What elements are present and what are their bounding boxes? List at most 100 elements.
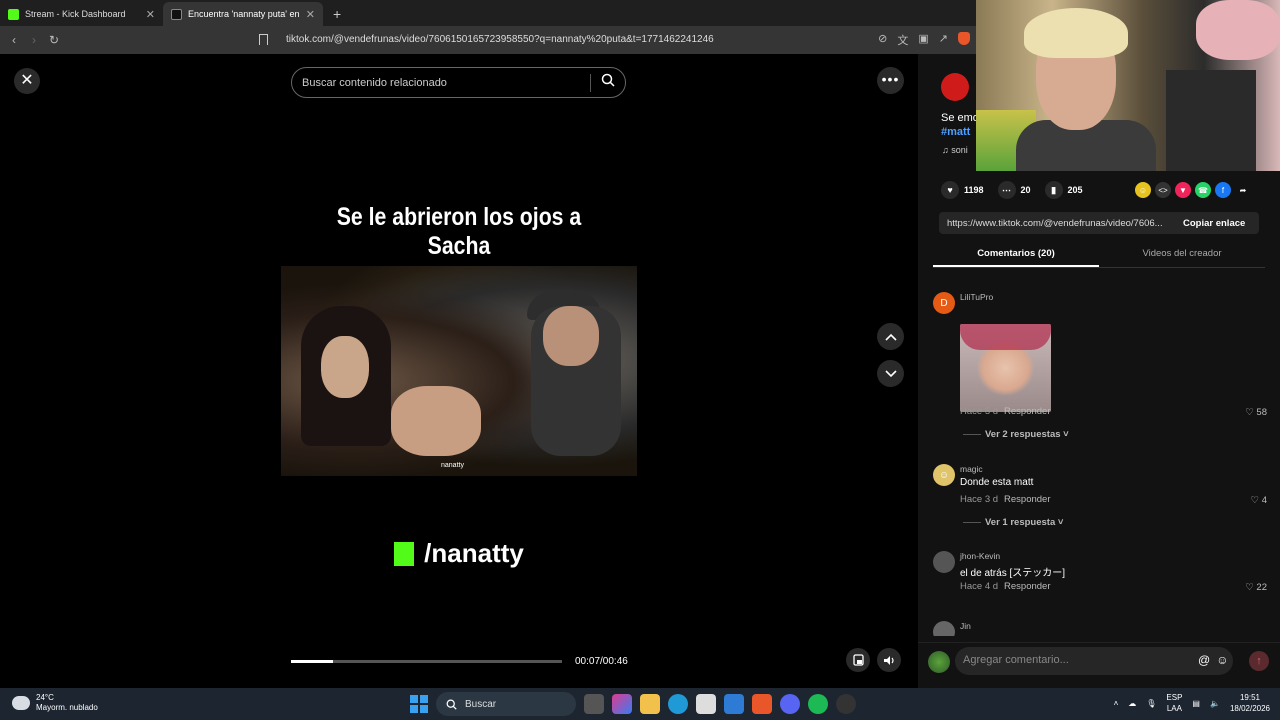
facebook-icon[interactable]: f xyxy=(1215,182,1231,198)
comment-like[interactable]: ♡ 4 xyxy=(1251,495,1267,506)
edge-icon[interactable] xyxy=(668,694,688,714)
search-icon[interactable] xyxy=(591,73,625,92)
language-indicator[interactable]: ESP LAA xyxy=(1166,692,1182,714)
avatar[interactable]: D xyxy=(933,292,955,314)
copy-link-button[interactable]: Copiar enlace xyxy=(1173,218,1245,229)
copilot-icon[interactable] xyxy=(612,694,632,714)
avatar[interactable] xyxy=(933,621,955,636)
back-arrow-icon[interactable]: ‹ xyxy=(4,33,24,47)
tab-close-icon[interactable]: ✕ xyxy=(306,8,315,21)
start-button-icon[interactable] xyxy=(410,695,428,713)
video-progress-bar[interactable] xyxy=(291,660,562,663)
picture-in-picture-icon[interactable]: ▣ xyxy=(918,32,928,48)
microphone-icon[interactable]: 🎙 xyxy=(1146,699,1156,708)
avatar[interactable] xyxy=(933,551,955,573)
post-description: Se emo xyxy=(941,112,979,124)
reply-button[interactable]: Responder xyxy=(1004,494,1050,505)
view-replies-label: Ver 1 respuesta xyxy=(985,517,1056,528)
comment-like-count: 22 xyxy=(1256,582,1267,593)
forward-arrow-icon[interactable]: › xyxy=(24,33,44,47)
share-arrow-icon[interactable]: ➦ xyxy=(1235,182,1251,198)
windows-taskbar: 24°C Mayorm. nublado Buscar ˄ ☁ 🎙 ESP LAA… xyxy=(0,688,1280,720)
discord-icon[interactable] xyxy=(780,694,800,714)
weather-widget[interactable]: 24°C Mayorm. nublado xyxy=(12,693,98,713)
obs-icon[interactable] xyxy=(836,694,856,714)
music-note-icon: ♫ xyxy=(942,145,952,155)
comment-user[interactable]: Jin xyxy=(960,621,971,631)
comment-age: Hace 4 d xyxy=(960,581,999,592)
mention-icon[interactable]: @ xyxy=(1198,653,1210,667)
speaker-icon[interactable]: 🔈 xyxy=(1210,699,1220,708)
floating-player-button[interactable] xyxy=(846,648,870,672)
related-search-input[interactable]: Buscar contenido relacionado xyxy=(291,67,626,98)
whatsapp-icon[interactable]: ☎ xyxy=(1195,182,1211,198)
embed-icon[interactable]: <> xyxy=(1155,182,1171,198)
mail-icon[interactable] xyxy=(724,694,744,714)
tab-title: Stream - Kick Dashboard xyxy=(25,9,126,19)
tab-comments[interactable]: Comentarios (20) xyxy=(933,244,1099,267)
emoji-icon[interactable]: ☺ xyxy=(1216,653,1228,667)
friends-share-icon[interactable]: ☺ xyxy=(1135,182,1151,198)
search-placeholder: Buscar contenido relacionado xyxy=(302,76,447,89)
video-clip-frame: nanatty xyxy=(281,266,637,476)
new-tab-button[interactable]: + xyxy=(323,6,351,26)
comment-input[interactable]: Agregar comentario... xyxy=(955,647,1233,675)
tray-chevron-icon[interactable]: ˄ xyxy=(1114,699,1119,708)
post-hashtag[interactable]: #matt xyxy=(941,126,970,138)
comment-meta: Hace 3 d Responder xyxy=(960,494,1051,505)
network-app-icon[interactable]: ☁ xyxy=(1128,699,1136,708)
tab-creator-videos[interactable]: Videos del creador xyxy=(1099,244,1265,267)
reload-icon[interactable]: ↻ xyxy=(44,33,64,47)
comment-user[interactable]: jhon-Kevin xyxy=(960,551,1000,561)
comment-meta: Hace 4 d Responder xyxy=(960,581,1051,592)
tab-kick-dashboard[interactable]: Stream - Kick Dashboard ✕ xyxy=(0,2,163,26)
tab-tiktok[interactable]: Encuentra 'nannaty puta' en T ✕ xyxy=(163,2,323,26)
view-replies-button[interactable]: Ver 2 respuestas ˅ xyxy=(963,429,1069,440)
url-field[interactable]: tiktok.com/@vendefrunas/video/7606150165… xyxy=(286,34,714,45)
like-button[interactable]: ♥ 1198 xyxy=(941,181,984,199)
view-replies-button[interactable]: Ver 1 respuesta ˅ xyxy=(963,517,1063,528)
lang-layout: LAA xyxy=(1166,704,1182,713)
task-view-icon[interactable] xyxy=(584,694,604,714)
translate-icon[interactable]: 文 xyxy=(897,32,908,48)
reply-button[interactable]: Responder xyxy=(1004,406,1050,417)
volume-icon[interactable] xyxy=(877,648,901,672)
next-video-button[interactable] xyxy=(877,360,904,387)
view-replies-label: Ver 2 respuestas xyxy=(985,429,1061,440)
reply-button[interactable]: Responder xyxy=(1004,581,1050,592)
taskbar-search-label: Buscar xyxy=(465,698,497,710)
send-comment-button[interactable]: ↑ xyxy=(1249,651,1269,671)
tab-close-icon[interactable]: ✕ xyxy=(146,8,155,21)
taskbar-search[interactable]: Buscar xyxy=(436,692,576,716)
save-button[interactable]: ▮ 205 xyxy=(1044,181,1083,199)
brave-shield-icon[interactable] xyxy=(958,32,970,45)
sound-name: soni xyxy=(951,145,968,155)
send-to-friends-icon[interactable]: ▼ xyxy=(1175,182,1191,198)
share-icon[interactable]: ↗ xyxy=(939,32,948,48)
comment-button[interactable]: ⋯ 20 xyxy=(997,181,1031,199)
post-sound[interactable]: ♫ soni xyxy=(942,145,968,155)
close-video-button[interactable]: ✕ xyxy=(14,68,40,94)
file-explorer-icon[interactable] xyxy=(640,694,660,714)
weather-condition: Mayorm. nublado xyxy=(36,703,98,712)
brave-icon[interactable] xyxy=(752,694,772,714)
kick-handle: /nanatty xyxy=(281,538,637,569)
creator-avatar[interactable] xyxy=(941,73,969,101)
spotify-icon[interactable] xyxy=(808,694,828,714)
search-icon xyxy=(446,699,457,710)
monitor-icon[interactable]: ▤ xyxy=(1192,699,1200,708)
comment-like[interactable]: ♡ 58 xyxy=(1245,407,1267,418)
bookmark-icon[interactable] xyxy=(259,34,268,45)
comment-user[interactable]: magic xyxy=(960,464,983,474)
clock[interactable]: 19:51 18/02/2026 xyxy=(1230,692,1270,714)
comment-user[interactable]: LiliTuPro xyxy=(960,292,993,302)
comment-like[interactable]: ♡ 22 xyxy=(1245,582,1267,593)
clock-time: 19:51 xyxy=(1239,693,1260,702)
reader-mode-icon[interactable]: ⊘ xyxy=(878,32,887,48)
store-icon[interactable] xyxy=(696,694,716,714)
comment-text: Donde esta matt xyxy=(960,477,1034,488)
previous-video-button[interactable] xyxy=(877,323,904,350)
kick-favicon-icon xyxy=(8,8,19,20)
more-options-button[interactable]: ••• xyxy=(877,67,904,94)
avatar[interactable]: ☺ xyxy=(933,464,955,486)
